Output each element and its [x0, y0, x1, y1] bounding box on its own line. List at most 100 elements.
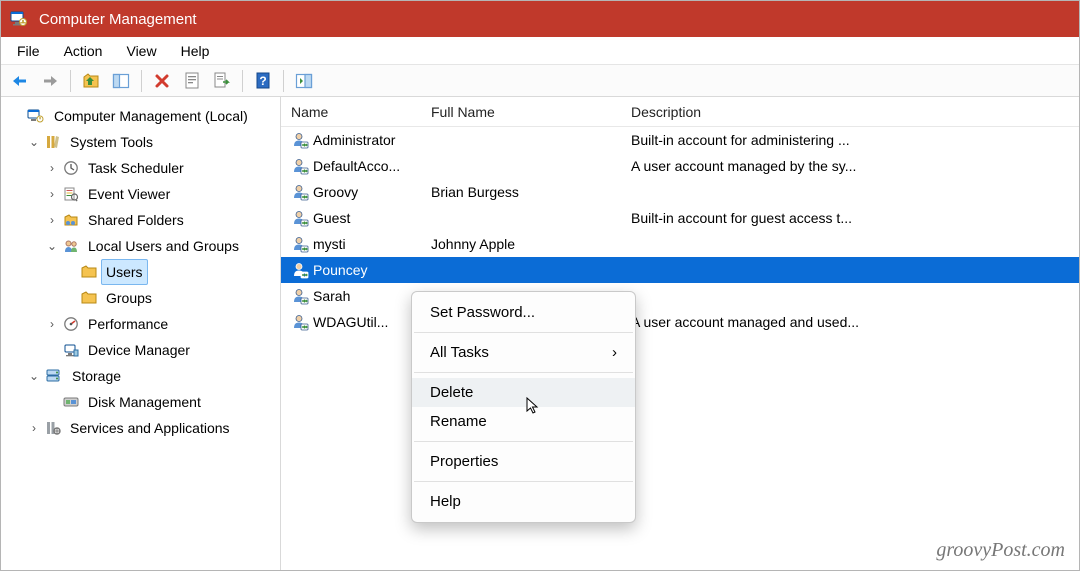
user-row[interactable]: WDAGUtil... A user account managed and us…	[281, 309, 1079, 335]
ctx-label: Properties	[430, 453, 498, 470]
user-description-cell: A user account managed and used...	[627, 314, 1079, 330]
tree-storage[interactable]: ⌄ Storage	[25, 363, 276, 389]
tree-local-users-groups[interactable]: ⌄ Local Users and Groups	[43, 233, 276, 259]
expand-closed-icon[interactable]: ›	[45, 312, 59, 336]
context-menu-separator	[414, 372, 633, 373]
tree-event-viewer[interactable]: › Event Viewer	[43, 181, 276, 207]
list-pane[interactable]: Name Full Name Description Administrator…	[281, 97, 1079, 570]
user-name-cell: DefaultAcco...	[287, 157, 427, 175]
tree-label: Storage	[67, 363, 126, 389]
properties-button[interactable]	[179, 68, 205, 94]
tree-task-scheduler[interactable]: › Task Scheduler	[43, 155, 276, 181]
ctx-set-password[interactable]: Set Password...	[412, 298, 635, 327]
user-name-label: Pouncey	[313, 262, 367, 278]
tree-device-manager[interactable]: Device Manager	[43, 337, 276, 363]
computer-mgmt-icon	[27, 108, 45, 124]
tree-root[interactable]: Computer Management (Local)	[7, 103, 276, 129]
event-viewer-icon	[63, 186, 79, 202]
ctx-help[interactable]: Help	[412, 487, 635, 516]
expand-open-icon[interactable]: ⌄	[27, 364, 41, 388]
tree-label: Local Users and Groups	[83, 233, 244, 259]
toolbar-separator	[70, 70, 71, 92]
user-icon	[291, 261, 309, 279]
user-fullname-cell: Johnny Apple	[427, 236, 627, 252]
forward-button[interactable]	[37, 68, 63, 94]
menu-action[interactable]: Action	[52, 41, 115, 61]
back-button[interactable]	[7, 68, 33, 94]
tree-label: Disk Management	[83, 389, 206, 415]
help-button[interactable]: ?	[250, 68, 276, 94]
tree-services-apps[interactable]: › Services and Applications	[25, 415, 276, 441]
tree-performance[interactable]: › Performance	[43, 311, 276, 337]
disk-management-icon	[63, 395, 79, 409]
context-menu-separator	[414, 332, 633, 333]
app-icon	[9, 9, 29, 29]
tree-pane[interactable]: Computer Management (Local) ⌄ System Too…	[1, 97, 281, 570]
expand-open-icon[interactable]: ⌄	[45, 234, 59, 258]
tree-users[interactable]: Users	[61, 259, 276, 285]
column-header-name[interactable]: Name	[287, 104, 427, 120]
context-menu-separator	[414, 481, 633, 482]
ctx-label: Help	[430, 493, 461, 510]
user-name-label: Administrator	[313, 132, 395, 148]
tree-groups[interactable]: Groups	[61, 285, 276, 311]
user-name-cell: WDAGUtil...	[287, 313, 427, 331]
action-pane-button[interactable]	[291, 68, 317, 94]
user-row[interactable]: Sarah	[281, 283, 1079, 309]
user-name-label: DefaultAcco...	[313, 158, 400, 174]
tree-label: Services and Applications	[65, 415, 235, 441]
user-name-cell: Administrator	[287, 131, 427, 149]
up-button[interactable]	[78, 68, 104, 94]
user-name-label: Guest	[313, 210, 350, 226]
user-row[interactable]: AdministratorBuilt-in account for admini…	[281, 127, 1079, 153]
user-fullname-cell: Brian Burgess	[427, 184, 627, 200]
ctx-properties[interactable]: Properties	[412, 447, 635, 476]
device-manager-icon	[63, 342, 79, 358]
expand-closed-icon[interactable]: ›	[45, 156, 59, 180]
ctx-label: Rename	[430, 413, 487, 430]
menu-help[interactable]: Help	[169, 41, 222, 61]
expand-closed-icon[interactable]: ›	[45, 182, 59, 206]
user-name-cell: mysti	[287, 235, 427, 253]
svg-text:?: ?	[259, 74, 266, 88]
menu-view[interactable]: View	[114, 41, 168, 61]
tree-system-tools[interactable]: ⌄ System Tools	[25, 129, 276, 155]
tree-shared-folders[interactable]: › Shared Folders	[43, 207, 276, 233]
column-header-fullname[interactable]: Full Name	[427, 104, 627, 120]
ctx-delete[interactable]: Delete	[412, 378, 635, 407]
ctx-all-tasks[interactable]: All Tasks ›	[412, 338, 635, 367]
toolbar-separator	[283, 70, 284, 92]
user-name-cell: Groovy	[287, 183, 427, 201]
user-row[interactable]: GuestBuilt-in account for guest access t…	[281, 205, 1079, 231]
expand-closed-icon[interactable]: ›	[27, 416, 41, 440]
user-row[interactable]: Pouncey	[281, 257, 1079, 283]
user-description-cell: A user account managed by the sy...	[627, 158, 1079, 174]
user-icon	[291, 157, 309, 175]
delete-button[interactable]	[149, 68, 175, 94]
ctx-rename[interactable]: Rename	[412, 407, 635, 436]
menu-file[interactable]: File	[5, 41, 52, 61]
user-row[interactable]: mysti Johnny Apple	[281, 231, 1079, 257]
tree-label: Device Manager	[83, 337, 195, 363]
show-hide-tree-button[interactable]	[108, 68, 134, 94]
user-row[interactable]: GroovyBrian Burgess	[281, 179, 1079, 205]
user-icon	[291, 131, 309, 149]
export-button[interactable]	[209, 68, 235, 94]
tree-label: Computer Management (Local)	[49, 103, 253, 129]
context-menu-separator	[414, 441, 633, 442]
ctx-label: Set Password...	[430, 304, 535, 321]
user-name-cell: Pouncey	[287, 261, 427, 279]
submenu-arrow-icon: ›	[612, 344, 617, 361]
user-name-label: mysti	[313, 236, 346, 252]
user-row[interactable]: DefaultAcco... A user account managed by …	[281, 153, 1079, 179]
watermark: groovyPost.com	[936, 539, 1065, 562]
services-apps-icon	[45, 420, 61, 436]
expand-open-icon[interactable]: ⌄	[27, 130, 41, 154]
tree-disk-management[interactable]: Disk Management	[43, 389, 276, 415]
tree-label: Groups	[101, 285, 157, 311]
users-groups-icon	[63, 238, 79, 254]
user-name-cell: Sarah	[287, 287, 427, 305]
column-header-description[interactable]: Description	[627, 104, 1079, 120]
context-menu: Set Password... All Tasks › Delete Renam…	[411, 291, 636, 523]
expand-closed-icon[interactable]: ›	[45, 208, 59, 232]
